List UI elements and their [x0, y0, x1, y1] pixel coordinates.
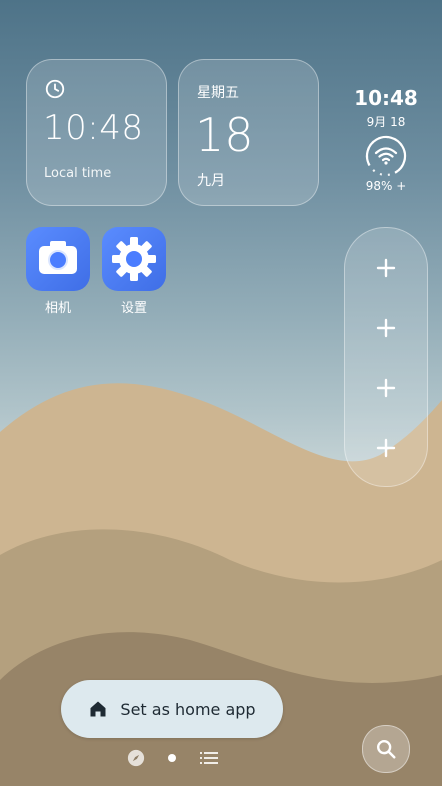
- gear-icon: [102, 227, 166, 291]
- add-slot-button[interactable]: [371, 253, 401, 283]
- wifi-icon: [365, 135, 407, 177]
- list-icon: [200, 752, 218, 764]
- search-button[interactable]: [362, 725, 410, 773]
- plus-icon: [376, 258, 396, 278]
- add-slot-button[interactable]: [371, 373, 401, 403]
- date-widget[interactable]: 星期五 18 九月: [178, 59, 319, 206]
- dock-column: [344, 227, 428, 487]
- plus-icon: [376, 318, 396, 338]
- add-slot-button[interactable]: [371, 313, 401, 343]
- plus-icon: [376, 378, 396, 398]
- set-home-app-button[interactable]: Set as home app: [61, 680, 283, 738]
- clock-label: Local time: [44, 166, 112, 181]
- month-label: 九月: [197, 173, 225, 189]
- clock-time: 10:48: [43, 108, 144, 148]
- clock-widget[interactable]: 10:48 Local time: [26, 59, 167, 206]
- weekday-label: 星期五: [197, 85, 239, 101]
- add-slot-button[interactable]: [371, 433, 401, 463]
- pager-current-page[interactable]: [164, 748, 180, 768]
- pager-compass[interactable]: [126, 748, 146, 768]
- status-widget[interactable]: 10:48 9月 18 98% +: [346, 86, 426, 193]
- pager-list[interactable]: [199, 748, 219, 768]
- home-icon: [90, 701, 106, 717]
- app-camera[interactable]: 相机: [26, 227, 90, 316]
- app-label: 相机: [44, 301, 71, 316]
- compass-icon: [127, 749, 145, 767]
- page-dot-icon: [168, 754, 176, 762]
- set-home-app-label: Set as home app: [120, 699, 256, 719]
- app-settings[interactable]: 设置: [102, 227, 166, 316]
- plus-icon: [376, 438, 396, 458]
- search-icon: [377, 740, 396, 759]
- battery-percent: 98% +: [365, 179, 407, 193]
- camera-icon: [26, 227, 90, 291]
- status-time: 10:48: [354, 86, 418, 110]
- status-date: 9月 18: [366, 115, 406, 129]
- app-label: 设置: [120, 301, 147, 316]
- clock-icon: [45, 79, 65, 99]
- day-number: 18: [195, 108, 254, 162]
